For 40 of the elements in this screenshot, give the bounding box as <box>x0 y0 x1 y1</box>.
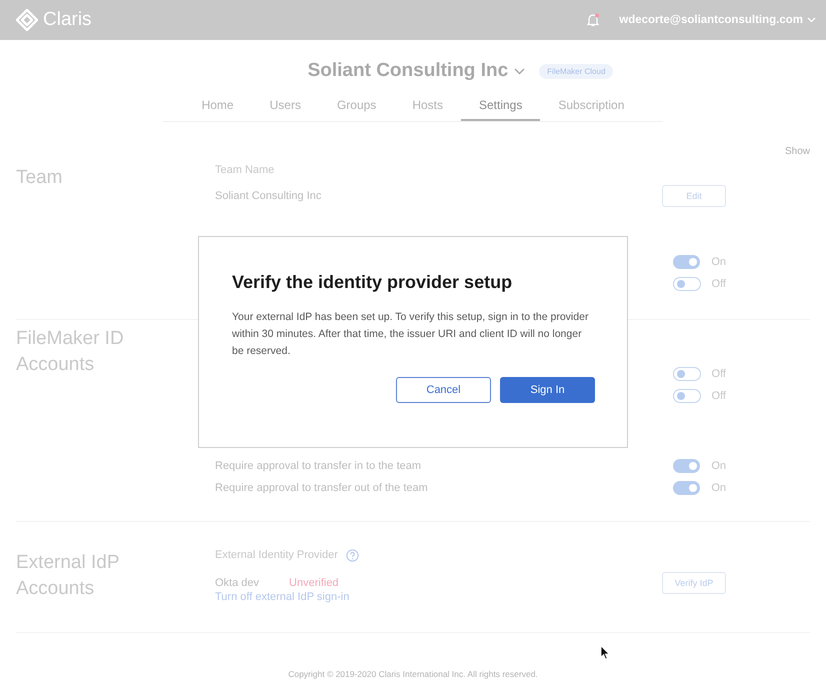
toggle-state: Off <box>712 368 726 380</box>
chevron-down-icon <box>514 68 526 74</box>
toggle-switch[interactable] <box>673 277 701 291</box>
copyright-text: Copyright © 2019-2020 Claris International Inc. All rights reserved. <box>287 669 539 679</box>
disable-link[interactable]: Turn off external IdP sign-in <box>215 591 350 603</box>
toggle-switch[interactable] <box>673 367 701 381</box>
toggle-state: On <box>711 460 726 472</box>
toggle-state: Off <box>712 390 726 402</box>
setting-label: Require approval to transfer in to the team <box>215 460 422 472</box>
cancel-button[interactable]: Cancel <box>396 377 491 403</box>
tab[interactable]: Users <box>252 90 319 121</box>
show-link[interactable]: Show <box>784 143 810 159</box>
toggle-state: Off <box>712 278 726 290</box>
toggle-state: On <box>711 482 726 494</box>
status-text: Unverified <box>289 577 339 589</box>
edit-button[interactable]: Edit <box>662 185 726 207</box>
tab[interactable]: Groups <box>318 90 394 121</box>
toggle-switch[interactable] <box>673 481 700 495</box>
logo-icon <box>16 9 38 31</box>
provider-name: Okta dev <box>215 577 260 589</box>
tab[interactable]: Home <box>184 90 252 121</box>
toggle-switch[interactable] <box>673 255 700 269</box>
product-badge: FileMaker Cloud <box>539 64 614 78</box>
tab[interactable]: Settings <box>461 90 540 121</box>
setting-label: Require approval to transfer out of the team <box>215 482 428 494</box>
chevron-down-icon <box>807 17 816 23</box>
pointer-cursor-icon <box>600 645 610 660</box>
tab[interactable]: Hosts <box>394 90 461 121</box>
tab[interactable]: Subscription <box>540 90 642 121</box>
sign-in-button[interactable]: Sign In <box>500 377 595 403</box>
organization-menu[interactable]: Soliant Consulting Inc <box>308 60 526 82</box>
verify-button[interactable]: Verify IdP <box>662 572 726 594</box>
toggle-state: On <box>711 256 726 268</box>
dialog-title: Verify the identity provider setup <box>232 272 514 293</box>
help-icon[interactable] <box>346 548 359 562</box>
toggle-switch[interactable] <box>673 389 701 403</box>
field-value: Soliant Consulting Inc <box>215 190 322 202</box>
bell-icon[interactable] <box>585 12 602 28</box>
dialog-message: Your external IdP has been set up. To verify this setup, sign in to the provider within 30 minutes. After that time, the issuer URI and client ID will no longer be reserved. <box>232 310 590 359</box>
toggle-switch[interactable] <box>673 459 700 473</box>
